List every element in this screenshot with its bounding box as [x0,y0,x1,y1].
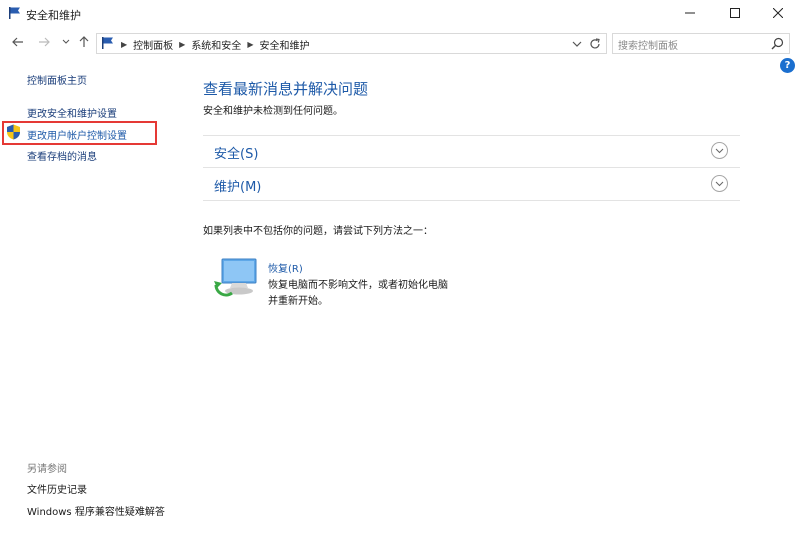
maximize-icon [730,8,740,18]
flag-icon [102,37,113,49]
file-history-link[interactable]: 文件历史记录 [27,481,87,496]
forward-button[interactable] [36,34,52,50]
uac-shield-icon [7,124,20,140]
change-security-settings-link[interactable]: 更改安全和维护设置 [27,105,117,120]
see-also-header: 另请参阅 [27,464,67,475]
breadcrumb-item[interactable]: 系统和安全 [191,37,241,52]
divider [203,200,740,201]
view-archived-messages-link[interactable]: 查看存档的消息 [27,148,97,163]
recovery-icon [214,258,257,297]
control-panel-home-link[interactable]: 控制面板主页 [27,72,87,87]
window-title: 安全和维护 [26,9,81,22]
maintenance-section-header[interactable]: 维护(M) [214,176,261,195]
status-message: 安全和维护未检测到任何问题。 [203,106,343,117]
address-bar[interactable]: ▶ 控制面板 ▶ 系统和安全 ▶ 安全和维护 [96,33,607,54]
recovery-link[interactable]: 恢复(R) [268,260,303,275]
search-icon[interactable] [771,37,784,50]
title-bar: 安全和维护 [0,0,800,26]
divider [203,135,740,136]
minimize-button[interactable] [670,0,710,26]
change-uac-settings-link[interactable]: 更改用户帐户控制设置 [27,127,127,142]
search-input[interactable]: 搜索控制面板 [612,33,790,54]
maximize-button[interactable] [715,0,755,26]
expand-chevron-icon [715,148,724,153]
close-icon [773,8,783,18]
security-section-header[interactable]: 安全(S) [214,143,258,162]
security-expand-button[interactable] [711,142,728,159]
recent-locations-button[interactable] [58,34,74,50]
help-icon[interactable]: ? [780,58,795,73]
expand-chevron-icon [715,181,724,186]
recent-dropdown-icon [62,39,70,44]
back-button[interactable] [10,34,26,50]
back-arrow-icon [12,37,23,47]
search-placeholder: 搜索控制面板 [618,41,678,52]
hint-text: 如果列表中不包括你的问题，请尝试下列方法之一： [203,226,433,237]
breadcrumb-item[interactable]: 安全和维护 [259,37,309,52]
up-button[interactable] [76,34,92,50]
forward-arrow-icon [39,37,50,47]
page-title: 查看最新消息并解决问题 [203,80,369,98]
up-arrow-icon [79,36,89,47]
minimize-icon [685,12,695,14]
breadcrumb-item[interactable]: 控制面板 [133,37,173,52]
divider [203,167,740,168]
breadcrumb: ▶ 控制面板 ▶ 系统和安全 ▶ 安全和维护 [121,37,309,52]
flag-icon [9,7,20,19]
close-button[interactable] [758,0,798,26]
maintenance-expand-button[interactable] [711,175,728,192]
chevron-down-icon[interactable] [571,38,583,50]
recovery-description: 恢复电脑而不影响文件，或者初始化电脑并重新开始。 [268,280,448,307]
refresh-icon[interactable] [588,37,602,51]
compatibility-troubleshooter-link[interactable]: Windows 程序兼容性疑难解答 [27,503,165,518]
